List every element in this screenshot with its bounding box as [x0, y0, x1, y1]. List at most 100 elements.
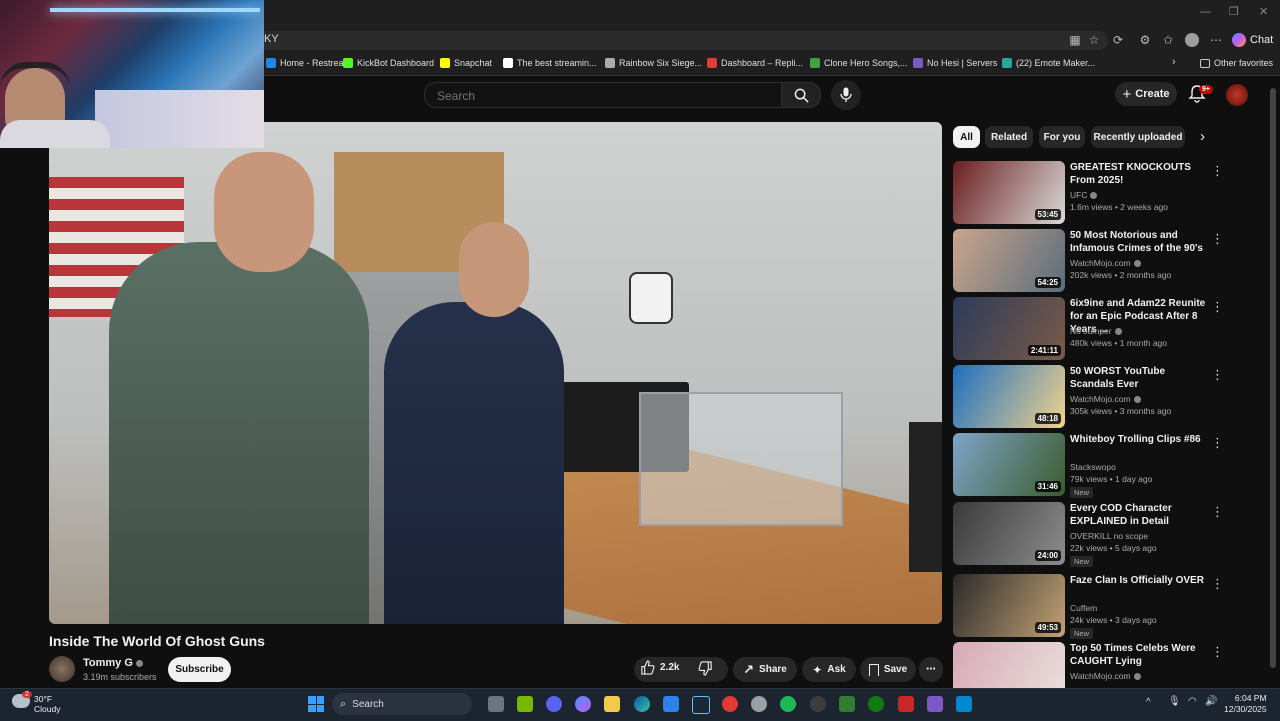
- xbox-icon[interactable]: [868, 696, 884, 712]
- filter-chip[interactable]: Related: [985, 126, 1033, 148]
- collections-icon[interactable]: ✩: [1161, 33, 1175, 47]
- apps-icon[interactable]: ▦: [1068, 33, 1082, 47]
- favorite-star-icon[interactable]: ☆: [1087, 33, 1101, 47]
- copilot-taskbar-icon[interactable]: [575, 696, 591, 712]
- video-thumbnail[interactable]: 48:18: [953, 365, 1065, 428]
- search-input[interactable]: [435, 83, 769, 109]
- more-vertical-icon[interactable]: ⋮: [1211, 504, 1224, 520]
- video-thumbnail[interactable]: 2:41:11: [953, 297, 1065, 360]
- create-button[interactable]: + Create: [1115, 82, 1177, 106]
- bookmark-item[interactable]: Snapchat: [440, 58, 492, 68]
- recommendation-channel[interactable]: Stackswopo: [1070, 462, 1116, 472]
- recommendation-title[interactable]: GREATEST KNOCKOUTS From 2025!: [1070, 161, 1210, 187]
- recommendation-channel[interactable]: Cuffem: [1070, 603, 1097, 613]
- bookmark-item[interactable]: Clone Hero Songs,...: [810, 58, 908, 68]
- taskbar-clock[interactable]: 6:04 PM 12/30/2025: [1224, 693, 1267, 715]
- save-button[interactable]: Save: [860, 657, 916, 682]
- video-player[interactable]: [49, 122, 942, 624]
- recommendation-item[interactable]: 24:00 Every COD Character EXPLAINED in De…: [953, 502, 1267, 567]
- store-icon[interactable]: [663, 696, 679, 712]
- other-favorites[interactable]: Other favorites: [1200, 58, 1273, 68]
- bookmark-item[interactable]: KickBot Dashboard: [343, 58, 434, 68]
- address-bar[interactable]: [258, 31, 1108, 50]
- more-actions-button[interactable]: ⋯: [919, 657, 943, 682]
- recommendation-channel[interactable]: OVERKILL no scope: [1070, 531, 1148, 541]
- more-vertical-icon[interactable]: ⋮: [1211, 163, 1224, 179]
- chips-next-icon[interactable]: ›: [1200, 128, 1205, 145]
- video-thumbnail[interactable]: 54:25: [953, 229, 1065, 292]
- recommendation-title[interactable]: 50 Most Notorious and Infamous Crimes of…: [1070, 229, 1210, 255]
- copilot-chat-button[interactable]: Chat: [1232, 31, 1273, 49]
- recommendation-channel[interactable]: WatchMojo.com: [1070, 258, 1141, 268]
- recommendation-item[interactable]: 31:46 Whiteboy Trolling Clips #86 Stackswo…: [953, 433, 1267, 498]
- minimize-icon[interactable]: —: [1200, 6, 1211, 18]
- visual-studio-icon[interactable]: [927, 696, 943, 712]
- more-vertical-icon[interactable]: ⋮: [1211, 435, 1224, 451]
- more-vertical-icon[interactable]: ⋮: [1211, 299, 1224, 315]
- account-avatar[interactable]: [1226, 84, 1248, 106]
- channel-name[interactable]: Tommy G: [83, 657, 143, 669]
- recommendation-item[interactable]: 48:18 50 WORST YouTube Scandals Ever Watch…: [953, 365, 1267, 429]
- recommendation-item[interactable]: 54:25 50 Most Notorious and Infamous Crim…: [953, 229, 1267, 293]
- search-button[interactable]: [781, 82, 821, 108]
- dislike-button[interactable]: [698, 661, 713, 681]
- channel-avatar[interactable]: [49, 656, 75, 682]
- voice-search-button[interactable]: [831, 80, 861, 110]
- recommendation-channel[interactable]: UFC: [1070, 190, 1098, 200]
- bookmark-item[interactable]: (22) Emote Maker...: [1002, 58, 1095, 68]
- scrollbar-thumb[interactable]: [1270, 88, 1276, 668]
- edge-icon[interactable]: [634, 696, 650, 712]
- app-icon-b[interactable]: [839, 696, 855, 712]
- bookmark-item[interactable]: The best streamin...: [503, 58, 597, 68]
- video-thumbnail[interactable]: 31:46: [953, 433, 1065, 496]
- bookmark-item[interactable]: Home - Restream: [266, 58, 351, 68]
- tray-mic-icon[interactable]: 🎙: [1168, 696, 1181, 707]
- settings-icon[interactable]: [751, 696, 767, 712]
- bookmark-item[interactable]: No Hesi | Servers: [913, 58, 997, 68]
- recommendation-item[interactable]: 2:41:11 6ix9ine and Adam22 Reunite for an…: [953, 297, 1267, 361]
- recommendation-title[interactable]: Top 50 Times Celebs Were CAUGHT Lying: [1070, 642, 1210, 668]
- app-icon-4k[interactable]: [810, 696, 826, 712]
- refresh-icon[interactable]: ⟳: [1111, 33, 1125, 47]
- app-icon-red[interactable]: [898, 696, 914, 712]
- spotify-icon[interactable]: [780, 696, 796, 712]
- like-button[interactable]: 2.2k: [640, 660, 679, 675]
- more-menu-icon[interactable]: ⋯: [1209, 33, 1223, 47]
- recommendation-channel[interactable]: WatchMojo.com: [1070, 671, 1141, 681]
- profile-avatar[interactable]: [1185, 33, 1199, 47]
- tray-overflow-icon[interactable]: ^: [1146, 697, 1151, 708]
- more-vertical-icon[interactable]: ⋮: [1211, 231, 1224, 247]
- subscribe-button[interactable]: Subscribe: [168, 657, 231, 682]
- video-thumbnail[interactable]: 24:00: [953, 502, 1065, 565]
- bookmark-item[interactable]: Rainbow Six Siege...: [605, 58, 702, 68]
- restore-icon[interactable]: ❐: [1229, 5, 1239, 18]
- address-text[interactable]: KY: [264, 33, 279, 45]
- filter-chip[interactable]: Recently uploaded: [1091, 126, 1185, 148]
- video-thumbnail[interactable]: 49:53: [953, 574, 1065, 637]
- nvidia-icon[interactable]: [517, 696, 533, 712]
- app-icon-window[interactable]: [956, 696, 972, 712]
- bookmarks-overflow-icon[interactable]: ›: [1172, 56, 1176, 68]
- ask-button[interactable]: ✦ Ask: [802, 657, 856, 682]
- app-icon-chrome[interactable]: [722, 696, 738, 712]
- tray-volume-icon[interactable]: 🔊: [1205, 696, 1217, 707]
- recommendation-item[interactable]: 53:45 GREATEST KNOCKOUTS From 2025! UFC 1.6…: [953, 161, 1267, 225]
- bookmark-item[interactable]: Dashboard – Repli...: [707, 58, 803, 68]
- recommendation-title[interactable]: 50 WORST YouTube Scandals Ever: [1070, 365, 1210, 391]
- recommendation-title[interactable]: Every COD Character EXPLAINED in Detail: [1070, 502, 1210, 528]
- taskbar-search[interactable]: ⌕ Search: [332, 693, 472, 715]
- filter-chip[interactable]: All: [953, 126, 980, 148]
- recommendation-item[interactable]: 49:53 Faze Clan Is Officially OVER Cuffem 2…: [953, 574, 1267, 639]
- video-thumbnail[interactable]: 53:45: [953, 161, 1065, 224]
- more-vertical-icon[interactable]: ⋮: [1211, 576, 1224, 592]
- recommendation-channel[interactable]: No Jumper: [1070, 326, 1122, 336]
- tray-wifi-icon[interactable]: ◠: [1188, 696, 1197, 707]
- close-icon[interactable]: ✕: [1259, 5, 1268, 18]
- extensions-icon[interactable]: ⚙: [1138, 33, 1152, 47]
- weather-widget[interactable]: 30°F Cloudy: [34, 694, 60, 714]
- file-explorer-icon[interactable]: [604, 696, 620, 712]
- task-view-icon[interactable]: [488, 696, 504, 712]
- recommendation-channel[interactable]: WatchMojo.com: [1070, 394, 1141, 404]
- share-button[interactable]: ↗ Share: [733, 657, 797, 682]
- more-vertical-icon[interactable]: ⋮: [1211, 644, 1224, 660]
